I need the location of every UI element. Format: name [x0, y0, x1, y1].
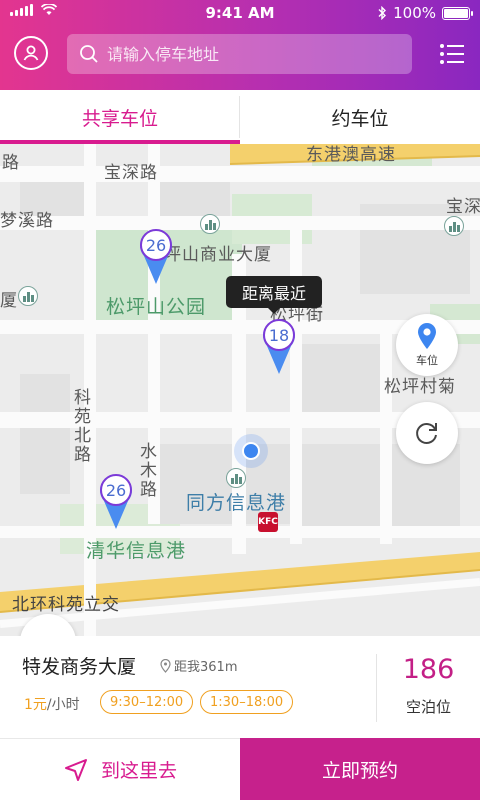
map-label: 同方信息港 — [186, 492, 287, 514]
map-view[interactable]: 路 宝深路 东港澳高速 梦溪路 宝深 坪山商业大厦 松坪山公园 厦 松坪街 松坪… — [0, 144, 480, 636]
parking-name: 特发商务大厦 — [22, 656, 137, 678]
parking-filter-button[interactable]: 车位 — [396, 314, 458, 376]
restaurant-icon: KFC — [258, 512, 278, 532]
time-slot-badge: 9:30–12:00 — [100, 690, 194, 714]
user-profile-button[interactable] — [14, 36, 48, 70]
map-label: 松坪山公园 — [106, 296, 207, 318]
map-label: 科苑北路 — [70, 388, 90, 464]
available-spots-count: 186 — [402, 654, 455, 685]
building-icon — [444, 216, 464, 236]
parking-pin-count: 18 — [269, 326, 289, 345]
nearest-tooltip: 距离最近 — [226, 276, 323, 314]
building-icon — [226, 468, 246, 488]
tab-shared-parking[interactable]: 共享车位 — [0, 90, 240, 144]
parking-info-card[interactable]: 特发商务大厦 距我361m 1元/小时 9:30–12:00 1:30–18:0… — [0, 636, 480, 738]
app-screen: 9:41 AM 100% 请输入停车地址 共享车位 约车位 路 宝深路 东港澳高… — [0, 0, 480, 800]
building-icon — [200, 214, 220, 234]
user-icon — [23, 45, 39, 61]
price-amount: 1元 — [24, 697, 47, 713]
building-icon — [18, 286, 38, 306]
parking-pin[interactable]: 18 — [260, 316, 298, 376]
status-bar: 9:41 AM 100% — [0, 0, 480, 26]
search-input[interactable] — [107, 44, 397, 64]
parking-filter-label: 车位 — [416, 354, 438, 367]
parking-pin[interactable]: 26 — [137, 226, 175, 286]
map-label: 梦溪路 — [0, 211, 54, 231]
price-unit: /小时 — [46, 697, 80, 713]
tab-bar: 共享车位 约车位 — [0, 90, 480, 144]
map-label: 水木路 — [136, 442, 156, 499]
navigation-arrow-icon — [64, 758, 87, 781]
tab-book-parking[interactable]: 约车位 — [240, 90, 480, 144]
status-right: 100% — [378, 4, 473, 22]
map-label: 路 — [2, 153, 20, 173]
map-label: 坪山商业大厦 — [164, 245, 272, 265]
search-icon — [80, 45, 98, 63]
available-spots-label: 空泊位 — [405, 698, 451, 716]
map-label: 东港澳高速 — [306, 145, 396, 165]
refresh-icon — [416, 422, 437, 444]
navigate-label: 到这里去 — [100, 760, 177, 782]
price: 1元/小时 — [24, 694, 80, 714]
bluetooth-icon — [378, 6, 387, 20]
map-pin-icon: 26 — [100, 474, 132, 529]
list-menu-button[interactable] — [440, 43, 464, 65]
book-now-button[interactable]: 立即预约 — [240, 738, 480, 800]
map-label: 松坪村菊 — [384, 377, 456, 397]
navigate-button[interactable]: 到这里去 — [0, 738, 240, 800]
bottom-action-bar: 到这里去 立即预约 — [0, 738, 480, 800]
header: 9:41 AM 100% — [0, 0, 480, 90]
time-slot-badge: 1:30–18:00 — [200, 690, 294, 714]
refresh-button[interactable] — [396, 402, 458, 464]
map-label: 宝深 — [446, 197, 480, 217]
battery-icon — [442, 6, 473, 20]
location-pin-icon — [418, 323, 436, 349]
map-label: 北环科苑立交 — [12, 595, 120, 615]
parking-pin-count: 26 — [146, 236, 166, 255]
map-label: 宝深路 — [104, 163, 158, 183]
battery-percent: 100% — [393, 4, 436, 22]
map-label: 清华信息港 — [86, 540, 187, 562]
current-location-marker — [234, 434, 268, 468]
distance-text: 距我361m — [174, 660, 238, 675]
list-icon — [440, 44, 464, 48]
distance: 距我361m — [160, 656, 237, 675]
map-pin-icon: 18 — [263, 319, 295, 374]
parking-pin[interactable]: 26 — [97, 471, 135, 531]
tab-divider — [239, 96, 240, 138]
location-pin-icon — [160, 658, 171, 673]
search-bar[interactable] — [67, 34, 412, 74]
parking-pin-count: 26 — [106, 481, 126, 500]
map-label: 厦 — [0, 291, 18, 311]
map-pin-icon: 26 — [140, 229, 172, 284]
